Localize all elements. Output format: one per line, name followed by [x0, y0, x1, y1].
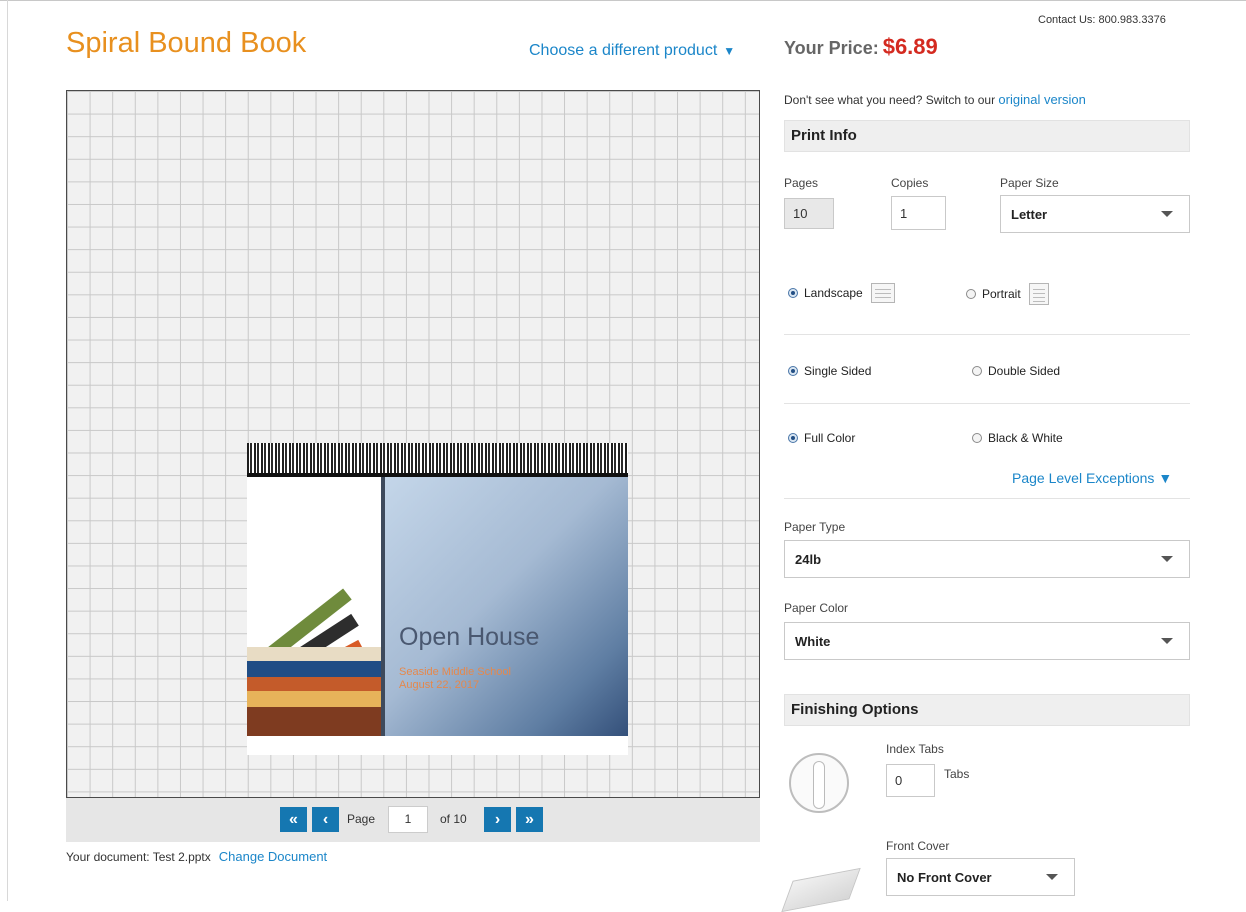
- page-total-label: of 10: [440, 812, 467, 826]
- finishing-options-heading: Finishing Options: [784, 694, 1190, 726]
- single-sided-label: Single Sided: [804, 364, 872, 378]
- switch-version-text: Don't see what you need? Switch to our: [784, 93, 999, 107]
- slide-title-panel: Open House Seaside Middle School August …: [385, 477, 628, 736]
- full-color-option[interactable]: Full Color: [788, 431, 855, 445]
- copies-input[interactable]: 1: [891, 196, 946, 230]
- front-cover-value: No Front Cover: [897, 869, 992, 885]
- copies-label: Copies: [891, 176, 929, 190]
- prev-page-button[interactable]: ‹: [312, 807, 339, 832]
- chevron-down-icon: [1161, 556, 1173, 562]
- double-sided-option[interactable]: Double Sided: [972, 364, 1060, 378]
- paper-type-select[interactable]: 24lb: [784, 540, 1190, 578]
- landscape-option[interactable]: Landscape: [788, 283, 895, 303]
- books-image: [247, 477, 381, 736]
- paper-size-label: Paper Size: [1000, 176, 1059, 190]
- price-value: $6.89: [882, 34, 938, 59]
- double-sided-radio[interactable]: [972, 366, 982, 376]
- next-page-button[interactable]: ›: [484, 807, 511, 832]
- switch-version-line: Don't see what you need? Switch to our o…: [784, 92, 1086, 107]
- paper-size-select[interactable]: Letter: [1000, 195, 1190, 233]
- last-page-button[interactable]: »: [516, 807, 543, 832]
- book-preview: Open House Seaside Middle School August …: [66, 90, 760, 798]
- landscape-radio[interactable]: [788, 288, 798, 298]
- divider: [784, 403, 1190, 404]
- contact-info: Contact Us: 800.983.3376: [1038, 14, 1166, 26]
- paper-type-value: 24lb: [795, 551, 822, 567]
- index-tabs-input[interactable]: 0: [886, 764, 935, 797]
- front-cover-icon: [781, 867, 861, 912]
- original-version-link[interactable]: original version: [998, 92, 1085, 107]
- stacked-books-illustration: [247, 588, 381, 736]
- spiral-book-mockup: Open House Seaside Middle School August …: [247, 443, 628, 755]
- portrait-radio[interactable]: [966, 289, 976, 299]
- single-sided-option[interactable]: Single Sided: [788, 364, 871, 378]
- left-border: [7, 0, 8, 901]
- paper-color-select[interactable]: White: [784, 622, 1190, 660]
- paper-type-label: Paper Type: [784, 520, 846, 534]
- slide-title: Open House: [399, 623, 540, 651]
- first-page-button[interactable]: «: [280, 807, 307, 832]
- page-navigator: « ‹ Page 1 of 10 › »: [66, 798, 760, 842]
- portrait-option[interactable]: Portrait: [966, 283, 1049, 305]
- front-cover-select[interactable]: No Front Cover: [886, 858, 1075, 896]
- paper-color-value: White: [795, 633, 831, 649]
- index-tabs-label: Index Tabs: [886, 742, 944, 756]
- double-sided-label: Double Sided: [988, 364, 1061, 378]
- pages-label: Pages: [784, 176, 819, 190]
- price-label: Your Price:: [784, 38, 879, 58]
- paper-color-label: Paper Color: [784, 601, 849, 615]
- slide-subtitle-line-2: August 22, 2017: [399, 679, 480, 691]
- landscape-label: Landscape: [804, 286, 863, 300]
- choose-product-link[interactable]: Choose a different product ▼: [529, 42, 735, 60]
- black-white-radio[interactable]: [972, 433, 982, 443]
- product-title: Spiral Bound Book: [66, 27, 307, 59]
- tabs-unit-label: Tabs: [944, 767, 970, 781]
- divider: [784, 334, 1190, 335]
- spiral-binding: [247, 443, 628, 477]
- top-border: [0, 0, 1246, 1]
- caret-down-icon: ▼: [723, 44, 736, 58]
- full-color-radio[interactable]: [788, 433, 798, 443]
- divider: [784, 498, 1190, 499]
- page-label: Page: [347, 812, 376, 826]
- page-number-input[interactable]: 1: [388, 806, 428, 833]
- choose-product-label: Choose a different product: [529, 42, 718, 59]
- pages-field: 10: [784, 198, 834, 229]
- chevron-down-icon: [1046, 874, 1058, 880]
- full-color-label: Full Color: [804, 431, 856, 445]
- black-white-option[interactable]: Black & White: [972, 431, 1063, 445]
- portrait-page-icon: [1028, 283, 1049, 305]
- landscape-page-icon: [870, 283, 895, 303]
- chevron-down-icon: [1161, 211, 1173, 217]
- front-cover-label: Front Cover: [886, 839, 950, 853]
- chevron-down-icon: [1161, 638, 1173, 644]
- document-info: Your document: Test 2.pptx Change Documen…: [66, 849, 327, 864]
- index-tabs-icon: [789, 753, 849, 813]
- slide-subtitle-line-1: Seaside Middle School: [399, 666, 511, 678]
- page-level-exceptions-link[interactable]: Page Level Exceptions ▼: [1012, 470, 1172, 486]
- slide-subtitle: Seaside Middle School August 22, 2017: [399, 666, 511, 692]
- price-row: Your Price: $6.89: [784, 34, 938, 60]
- book-page: Open House Seaside Middle School August …: [247, 477, 628, 755]
- change-document-link[interactable]: Change Document: [219, 849, 327, 864]
- document-name: Your document: Test 2.pptx: [66, 850, 211, 864]
- black-white-label: Black & White: [988, 431, 1063, 445]
- single-sided-radio[interactable]: [788, 366, 798, 376]
- print-info-heading: Print Info: [784, 120, 1190, 152]
- portrait-label: Portrait: [982, 287, 1021, 301]
- paper-size-value: Letter: [1011, 206, 1048, 222]
